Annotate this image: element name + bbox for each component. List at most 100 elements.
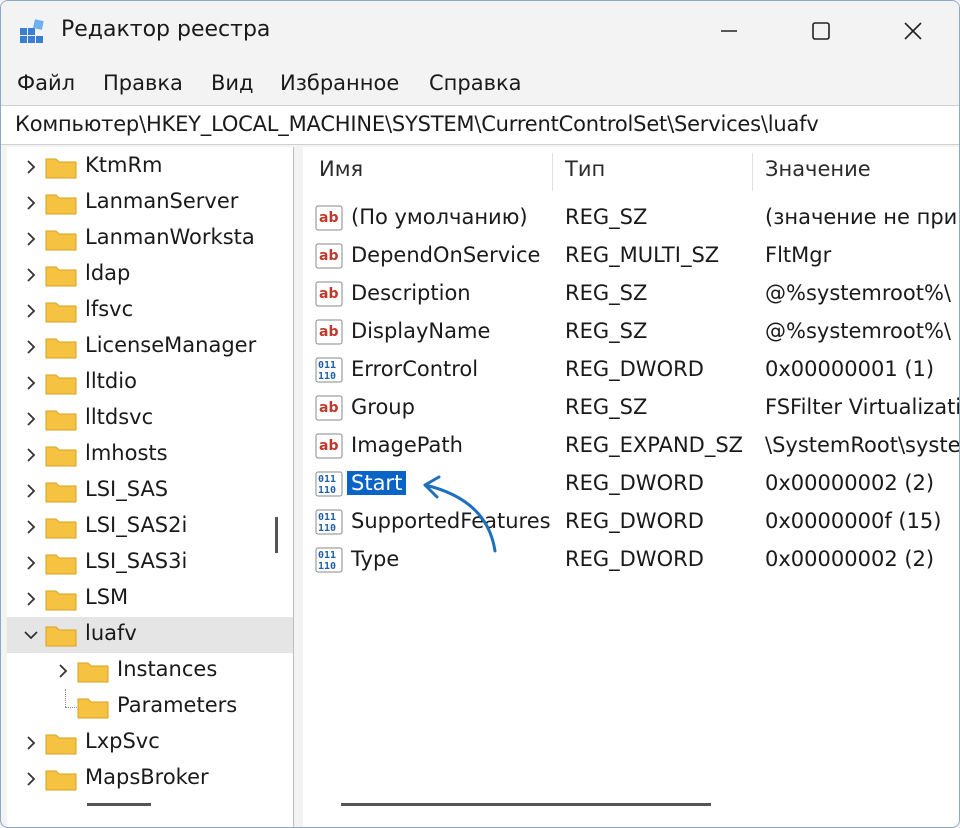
chevron-right-icon[interactable] [23, 266, 39, 284]
value-type: REG_MULTI_SZ [565, 243, 720, 267]
folder-icon [45, 734, 77, 755]
folder-icon [45, 518, 77, 539]
horizontal-scrollbar[interactable] [87, 803, 151, 806]
value-row[interactable]: ab DisplayName REG_SZ @%systemroot%\ [303, 313, 959, 351]
binary-value-icon: 011110 [315, 547, 343, 573]
chevron-down-icon[interactable] [23, 626, 39, 644]
chevron-right-icon[interactable] [23, 446, 39, 464]
chevron-right-icon[interactable] [23, 770, 39, 788]
tree-item-label: Parameters [117, 693, 238, 717]
value-data: 0x00000002 (2) [765, 471, 935, 495]
menu-edit[interactable]: Правка [103, 71, 183, 95]
chevron-right-icon[interactable] [23, 734, 39, 752]
value-data: 0x00000002 (2) [765, 547, 935, 571]
value-type: REG_SZ [565, 319, 648, 343]
tree-item-luafv[interactable]: luafv [7, 617, 293, 653]
folder-icon [45, 410, 77, 431]
maximize-button[interactable] [775, 1, 867, 61]
chevron-right-icon[interactable] [23, 374, 39, 392]
close-button[interactable] [867, 1, 959, 61]
folder-icon [45, 338, 77, 359]
value-row[interactable]: 011 110 SupportedFeatures REG_DWORD 0x000000… [303, 503, 959, 541]
menu-view[interactable]: Вид [211, 71, 254, 95]
address-path[interactable]: Компьютер\HKEY_LOCAL_MACHINE\SYSTEM\Curr… [15, 112, 819, 136]
column-header-name[interactable]: Имя [319, 157, 363, 181]
minimize-button[interactable] [683, 1, 775, 61]
svg-text:ab: ab [319, 438, 338, 454]
chevron-right-icon[interactable] [23, 554, 39, 572]
string-value-icon: ab [315, 395, 343, 421]
value-type: REG_DWORD [565, 357, 704, 381]
values-list[interactable]: Имя Тип Значение ab (По умолчанию) REG_SZ (… [303, 147, 959, 827]
value-row[interactable]: ab DependOnService REG_MULTI_SZ FltMgr [303, 237, 959, 275]
string-value-icon: ab [315, 205, 343, 231]
tree-item-lltdsvc[interactable]: lltdsvc [7, 401, 293, 437]
tree-item-licensemanager[interactable]: LicenseManager [7, 329, 293, 365]
value-type: REG_DWORD [565, 471, 704, 495]
value-row[interactable]: ab Group REG_SZ FSFilter Virtualizati [303, 389, 959, 427]
menu-bar: Файл Правка Вид Избранное Справка [1, 63, 959, 103]
tree-item-parameters[interactable]: Parameters [7, 689, 293, 725]
folder-icon [45, 446, 77, 467]
maximize-icon [812, 22, 830, 40]
column-header-type[interactable]: Тип [565, 157, 605, 181]
tree-item-lsi-sas[interactable]: LSI_SAS [7, 473, 293, 509]
tree-item-label: Instances [117, 657, 218, 681]
key-tree[interactable]: KtmRm LanmanServer LanmanWorksta ldap lfsvc L… [7, 147, 294, 827]
address-bar[interactable]: Компьютер\HKEY_LOCAL_MACHINE\SYSTEM\Curr… [1, 105, 959, 145]
title-bar[interactable]: Редактор реестра [1, 1, 959, 61]
tree-item-lanmanworksta[interactable]: LanmanWorksta [7, 221, 293, 257]
column-divider[interactable] [752, 153, 753, 191]
svg-text:ab: ab [319, 248, 338, 264]
tree-item-lsi-sas3i[interactable]: LSI_SAS3i [7, 545, 293, 581]
tree-item-mapsbroker[interactable]: MapsBroker [7, 761, 293, 797]
chevron-right-icon[interactable] [23, 590, 39, 608]
chevron-right-icon[interactable] [23, 482, 39, 500]
menu-favorites[interactable]: Избранное [280, 71, 399, 95]
value-row[interactable]: ab Description REG_SZ @%systemroot%\ [303, 275, 959, 313]
chevron-right-icon[interactable] [23, 410, 39, 428]
svg-text:ab: ab [319, 210, 338, 226]
chevron-right-icon[interactable] [23, 518, 39, 536]
chevron-right-icon[interactable] [23, 230, 39, 248]
folder-icon [45, 302, 77, 323]
folder-icon [45, 770, 77, 791]
value-row[interactable]: ab ImagePath REG_EXPAND_SZ \SystemRoot\syst… [303, 427, 959, 465]
tree-item-lsm[interactable]: LSM [7, 581, 293, 617]
value-name: Start [347, 471, 407, 495]
menu-help[interactable]: Справка [429, 71, 522, 95]
tree-item-lxpsvc[interactable]: LxpSvc [7, 725, 293, 761]
value-data: @%systemroot%\ [765, 281, 952, 305]
column-header-data[interactable]: Значение [765, 157, 871, 181]
string-value-icon: ab [315, 433, 343, 459]
tree-item-label: luafv [85, 621, 137, 645]
tree-item-lmhosts[interactable]: lmhosts [7, 437, 293, 473]
value-row[interactable]: ab (По умолчанию) REG_SZ (значение не при [303, 199, 959, 237]
close-icon [904, 22, 922, 40]
tree-item-ldap[interactable]: ldap [7, 257, 293, 293]
horizontal-scrollbar[interactable] [341, 803, 711, 806]
value-data: @%systemroot%\ [765, 319, 952, 343]
value-row[interactable]: 011 110 Type REG_DWORD 0x00000002 (2) [303, 541, 959, 579]
chevron-right-icon[interactable] [23, 194, 39, 212]
value-row[interactable]: 011 110 Start REG_DWORD 0x00000002 (2) [303, 465, 959, 503]
value-type: REG_SZ [565, 395, 648, 419]
chevron-right-icon[interactable] [23, 158, 39, 176]
chevron-right-icon[interactable] [23, 302, 39, 320]
tree-item-lltdio[interactable]: lltdio [7, 365, 293, 401]
value-data: (значение не при [765, 205, 958, 229]
chevron-right-icon[interactable] [23, 338, 39, 356]
string-value-icon: ab [315, 281, 343, 307]
tree-item-lanmanserver[interactable]: LanmanServer [7, 185, 293, 221]
value-row[interactable]: 011 110 ErrorControl REG_DWORD 0x00000001 (1… [303, 351, 959, 389]
tree-item-lsi-sas2i[interactable]: LSI_SAS2i [7, 509, 293, 545]
vertical-scrollbar[interactable] [275, 517, 278, 553]
chevron-right-icon[interactable] [55, 662, 71, 680]
tree-item-lfsvc[interactable]: lfsvc [7, 293, 293, 329]
column-divider[interactable] [552, 153, 553, 191]
folder-icon [45, 590, 77, 611]
tree-item-ktmrm[interactable]: KtmRm [7, 149, 293, 185]
value-data: 0x0000000f (15) [765, 509, 942, 533]
tree-item-instances[interactable]: Instances [7, 653, 293, 689]
menu-file[interactable]: Файл [17, 71, 75, 95]
